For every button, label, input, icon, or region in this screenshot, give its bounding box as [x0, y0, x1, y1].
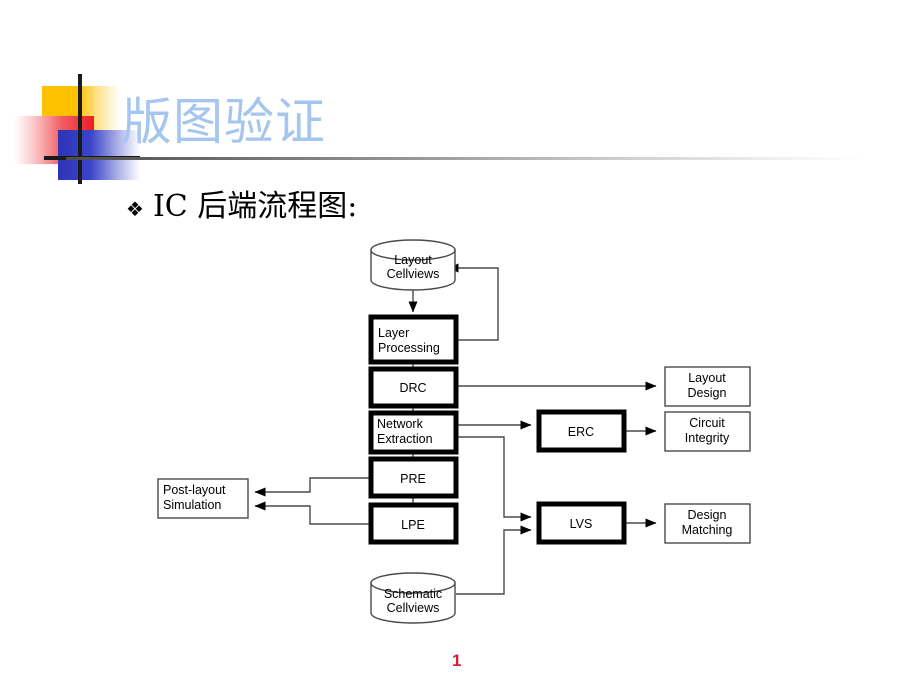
- node-label: Schematic: [384, 587, 442, 601]
- node-label: LPE: [401, 518, 425, 532]
- node-design-matching: Design Matching: [664, 503, 751, 544]
- page-number: 1: [452, 651, 462, 670]
- node-label: PRE: [400, 472, 426, 486]
- node-label: Extraction: [377, 432, 433, 446]
- node-label: ERC: [568, 425, 594, 439]
- node-drc: DRC: [368, 366, 459, 409]
- node-label: Layer: [378, 326, 409, 340]
- node-lvs: LVS: [536, 501, 627, 545]
- ic-backend-flowchart: Layout Cellviews Layer Processing DRC Ne…: [0, 0, 920, 690]
- node-label: Circuit: [689, 416, 725, 430]
- node-network-extraction: Network Extraction: [368, 410, 459, 455]
- node-label: Network: [377, 417, 424, 431]
- node-label: LVS: [570, 517, 593, 531]
- edge-lpe-to-postlayout: [254, 501, 370, 525]
- node-label: Design: [688, 508, 727, 522]
- edge-network-to-lvs: [456, 436, 532, 522]
- node-label: Processing: [378, 341, 440, 355]
- node-layer-processing: Layer Processing: [368, 314, 459, 365]
- node-label: Layout: [688, 371, 726, 385]
- node-label: Post-layout: [163, 483, 226, 497]
- node-label: Design: [688, 386, 727, 400]
- node-pre: PRE: [368, 456, 459, 499]
- node-label: Matching: [682, 523, 733, 537]
- node-erc: ERC: [536, 409, 627, 453]
- node-lpe: LPE: [368, 502, 459, 545]
- edge-pre-to-postlayout: [254, 477, 370, 497]
- node-label: DRC: [399, 381, 426, 395]
- node-post-layout-simulation: Post-layout Simulation: [157, 478, 249, 519]
- node-schematic-cellviews: Schematic Cellviews: [370, 572, 456, 624]
- node-label: Cellviews: [387, 601, 440, 615]
- edge-schematic-to-lvs: [456, 525, 532, 595]
- node-layout-cellviews: Layout Cellviews: [370, 239, 456, 291]
- node-label: Layout: [394, 253, 432, 267]
- node-label: Cellviews: [387, 267, 440, 281]
- node-label: Simulation: [163, 498, 221, 512]
- node-layout-design: Layout Design: [664, 366, 751, 407]
- node-label: Integrity: [685, 431, 730, 445]
- node-circuit-integrity: Circuit Integrity: [664, 411, 751, 452]
